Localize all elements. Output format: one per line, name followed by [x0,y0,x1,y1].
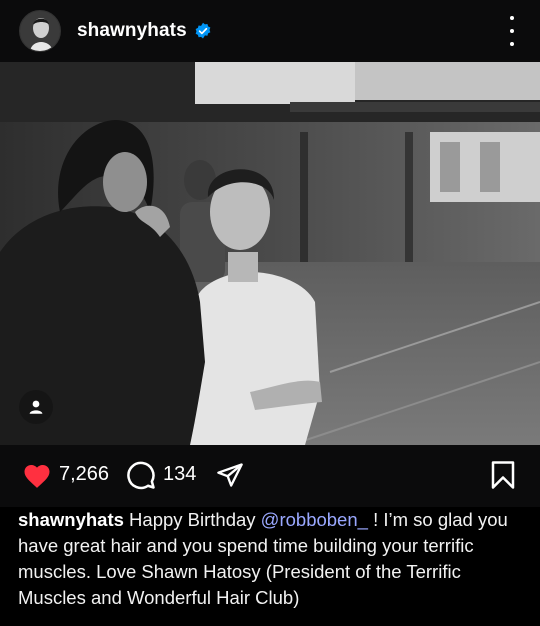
person-tag-icon[interactable] [19,390,53,424]
post-header: shawnyhats [0,0,540,62]
avatar-image [20,11,60,51]
caption-text-start: Happy Birthday [123,509,261,530]
avatar[interactable] [19,10,61,52]
like-count[interactable]: 7,266 [59,463,109,486]
heart-icon[interactable] [22,461,52,489]
post-photo[interactable] [0,62,540,445]
post-caption: shawnyhats Happy Birthday @robboben_ ! I… [18,507,518,611]
action-bar: 7,266 134 [0,445,540,507]
comment-count[interactable]: 134 [163,463,196,486]
comment-icon[interactable] [126,460,156,490]
post-image [0,62,540,445]
bookmark-icon[interactable] [490,460,516,490]
caption-username[interactable]: shawnyhats [18,509,124,530]
more-options-icon[interactable] [506,16,518,46]
send-icon[interactable] [215,461,245,489]
caption-mention-link[interactable]: @robboben_ [261,509,368,530]
verified-badge-icon [194,22,212,40]
post-username[interactable]: shawnyhats [77,20,187,42]
